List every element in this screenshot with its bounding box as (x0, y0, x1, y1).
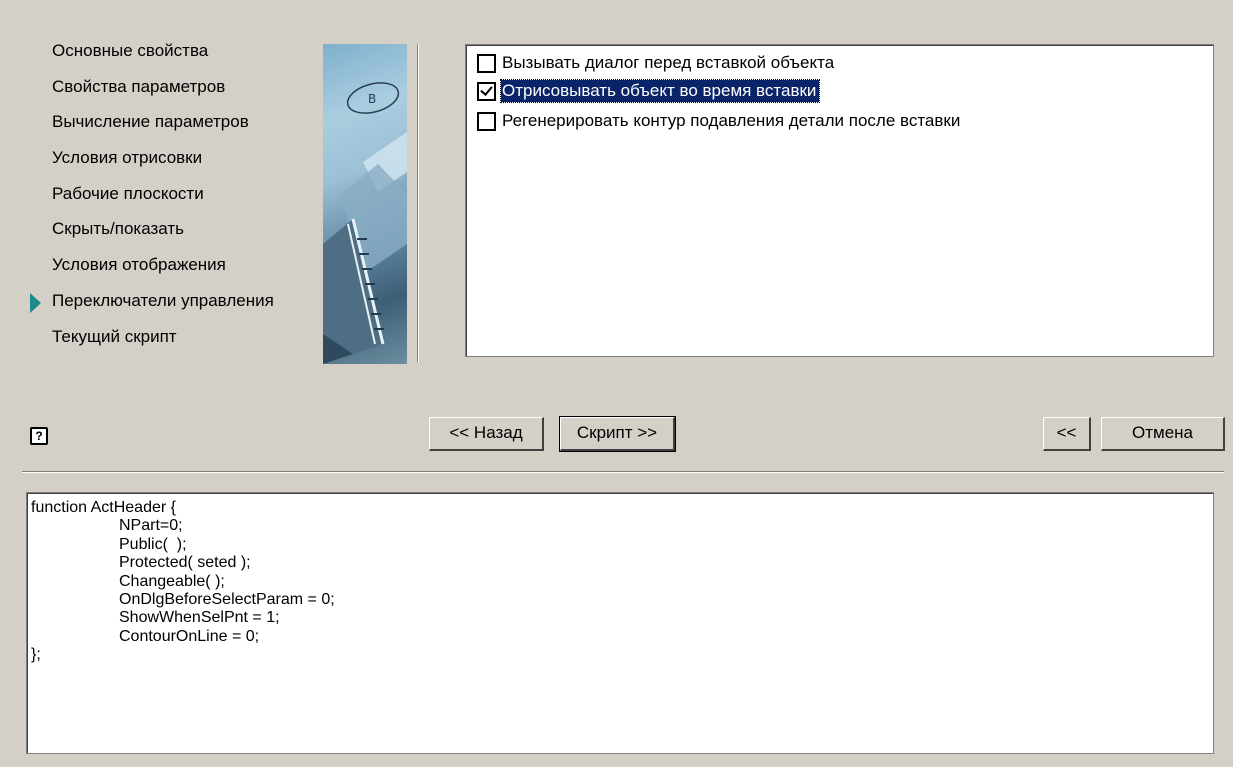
code-line: ContourOnLine = 0; (119, 627, 260, 645)
horizontal-divider (22, 471, 1224, 473)
wizard-banner-image: B (323, 44, 407, 364)
svg-text:B: B (368, 92, 376, 106)
code-line: Changeable( ); (119, 572, 225, 590)
option-label: Регенерировать контур подавления детали … (502, 111, 961, 130)
script-textarea[interactable]: function ActHeader { NPart=0; Public( );… (26, 492, 1214, 754)
checkbox-show-dialog[interactable] (477, 53, 496, 73)
options-list: Вызывать диалог перед вставкой объекта О… (465, 44, 1214, 357)
option-draw-during-insert[interactable]: Отрисовывать объект во время вставки (477, 79, 821, 103)
back-button[interactable]: << Назад (429, 417, 544, 451)
vertical-divider (417, 44, 419, 362)
option-label: Вызывать диалог перед вставкой объекта (502, 53, 835, 72)
code-line: OnDlgBeforeSelectParam = 0; (119, 590, 335, 608)
nav-item-display-conditions[interactable]: Условия отображения (30, 250, 320, 286)
wizard-nav: Основные свойства Свойства параметров Вы… (30, 36, 320, 357)
script-button[interactable]: Скрипт >> (559, 416, 676, 452)
code-line: NPart=0; (119, 517, 183, 535)
cancel-button[interactable]: Отмена (1101, 417, 1225, 451)
code-line: }; (31, 646, 41, 664)
option-label: Отрисовывать объект во время вставки (499, 79, 821, 103)
nav-item-draw-conditions[interactable]: Условия отрисовки (30, 143, 320, 179)
help-icon[interactable]: ? (30, 427, 48, 445)
nav-item-basic-properties[interactable]: Основные свойства (30, 36, 320, 72)
option-show-dialog-before-insert[interactable]: Вызывать диалог перед вставкой объекта (477, 51, 837, 75)
nav-item-parameter-properties[interactable]: Свойства параметров (30, 72, 320, 108)
option-regenerate-contour[interactable]: Регенерировать контур подавления детали … (477, 109, 963, 133)
nav-item-control-switches[interactable]: Переключатели управления (30, 286, 320, 322)
code-line: function ActHeader { (31, 499, 176, 516)
checkbox-draw-during-insert[interactable] (477, 81, 496, 101)
code-line: Protected( seted ); (119, 554, 251, 572)
code-line: Public( ); (119, 535, 187, 553)
nav-item-parameter-calculation[interactable]: Вычисление параметров (30, 107, 320, 143)
nav-item-hide-show[interactable]: Скрыть/показать (30, 214, 320, 250)
nav-item-work-planes[interactable]: Рабочие плоскости (30, 179, 320, 215)
building-illustration: B (323, 82, 407, 364)
nav-item-current-script[interactable]: Текущий скрипт (30, 322, 320, 358)
collapse-button[interactable]: << (1043, 417, 1091, 451)
checkbox-regenerate-contour[interactable] (477, 111, 496, 131)
code-line: ShowWhenSelPnt = 1; (119, 609, 280, 627)
